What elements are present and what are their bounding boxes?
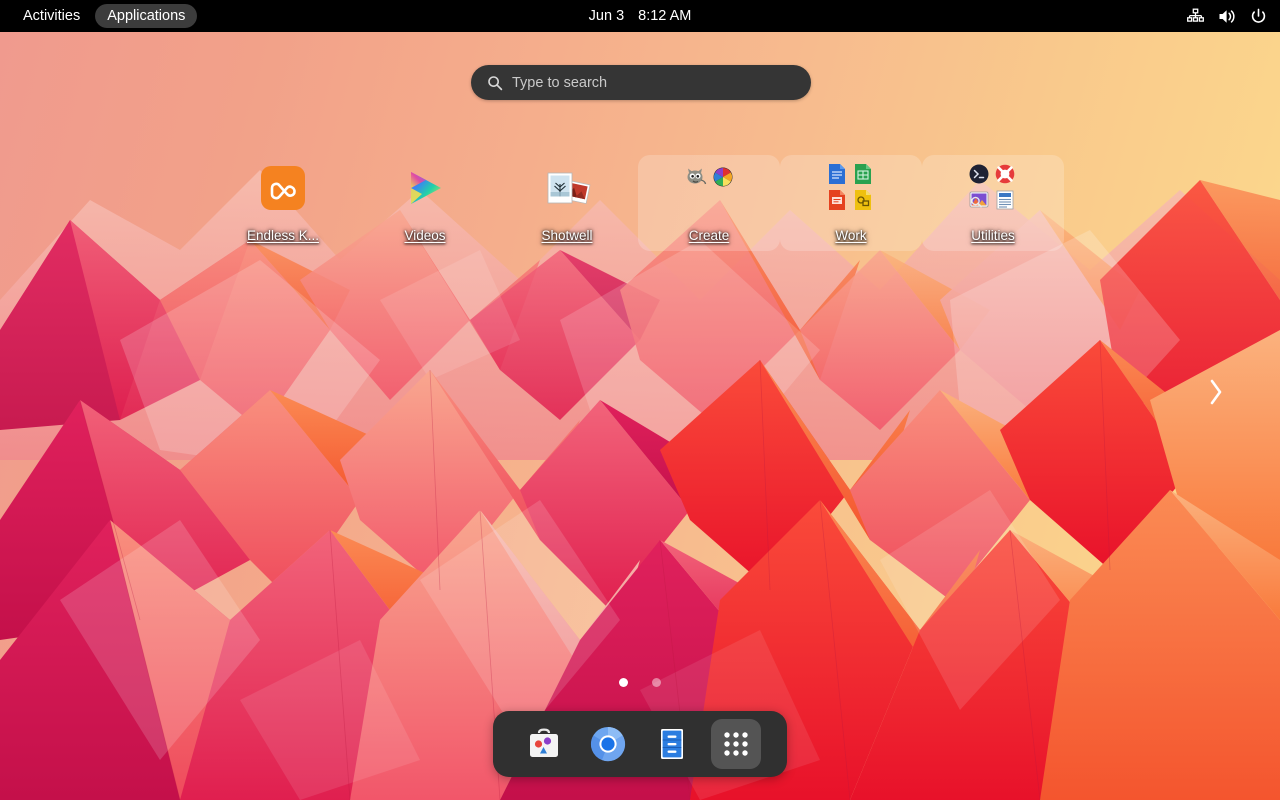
app-icon-shotwell[interactable]: Shotwell [496, 155, 638, 251]
applications-button[interactable]: Applications [95, 4, 198, 28]
utilities-folder-icon [967, 164, 1019, 212]
chevron-right-icon [1207, 377, 1225, 412]
help-lifesaver-icon [994, 163, 1016, 185]
text-editor-icon [994, 189, 1016, 211]
terminal-icon [968, 163, 990, 185]
folder-icon-utilities[interactable]: Utilities [922, 155, 1064, 251]
search-box[interactable] [471, 65, 811, 100]
videos-icon [401, 164, 449, 212]
app-center-icon [525, 725, 563, 763]
folder-icon-create[interactable]: Create [638, 155, 780, 251]
dock-item-files[interactable] [647, 719, 697, 769]
date-label: Jun 3 [588, 8, 625, 24]
libreoffice-draw-icon [852, 189, 874, 211]
app-icon-videos[interactable]: Videos [354, 155, 496, 251]
dock-item-app-center[interactable] [519, 719, 569, 769]
power-icon[interactable] [1250, 8, 1267, 25]
libreoffice-writer-icon [826, 163, 848, 185]
dock-item-chromium[interactable] [583, 719, 633, 769]
create-folder-icon [683, 164, 735, 212]
app-label: Shotwell [541, 228, 593, 243]
image-viewer-icon [968, 189, 990, 211]
gimp-icon [685, 166, 707, 188]
endless-key-icon [259, 164, 307, 212]
app-icon-endless-key[interactable]: Endless K... [212, 155, 354, 251]
time-label: 8:12 AM [638, 8, 692, 24]
work-folder-icon [825, 164, 877, 212]
folder-icon-work[interactable]: Work [780, 155, 922, 251]
page-indicator [0, 678, 1280, 687]
next-page-button[interactable] [1202, 372, 1230, 416]
folder-label: Work [835, 228, 867, 243]
network-wired-icon[interactable] [1187, 8, 1204, 25]
top-bar: Activities Applications Jun 3 8:12 AM [0, 0, 1280, 32]
libreoffice-calc-icon [852, 163, 874, 185]
app-label: Endless K... [246, 228, 320, 243]
search-icon [487, 75, 503, 91]
libreoffice-impress-icon [826, 189, 848, 211]
activities-button[interactable]: Activities [12, 4, 91, 28]
app-label: Videos [404, 228, 446, 243]
datetime-menu[interactable]: Jun 3 8:12 AM [589, 8, 692, 24]
app-icon-grid: Endless K... Videos Shotwell Create Work… [212, 155, 1122, 251]
chromium-icon [589, 725, 627, 763]
color-wheel-icon [712, 166, 734, 188]
files-icon [653, 725, 691, 763]
page-dot-1[interactable] [619, 678, 628, 687]
dock-item-show-apps[interactable] [711, 719, 761, 769]
top-bar-status-area [1187, 8, 1280, 25]
search-input[interactable] [512, 74, 795, 91]
shotwell-icon [543, 164, 591, 212]
search-container [471, 65, 811, 100]
folder-label: Utilities [971, 228, 1015, 243]
page-dot-2[interactable] [652, 678, 661, 687]
dock [493, 711, 787, 777]
top-bar-left: Activities Applications [0, 4, 198, 28]
volume-icon[interactable] [1218, 8, 1236, 25]
folder-label: Create [688, 228, 730, 243]
app-grid-icon [721, 729, 751, 759]
